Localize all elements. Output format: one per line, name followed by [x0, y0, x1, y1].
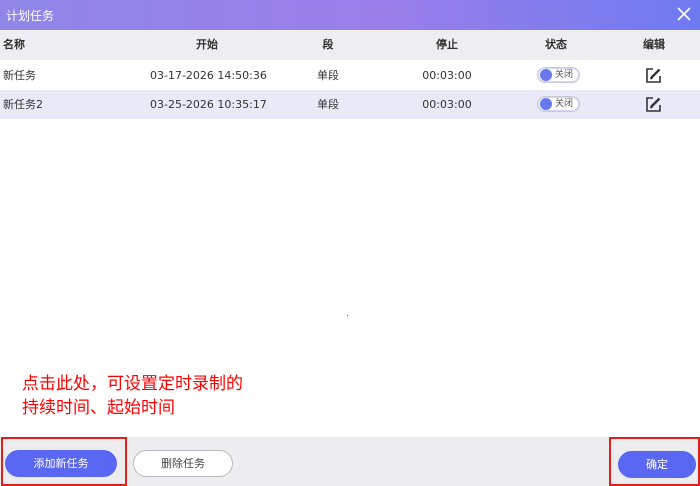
delete-task-button[interactable]: 删除任务 [133, 450, 233, 477]
confirm-button[interactable]: 确定 [618, 451, 696, 478]
header-stop: 停止 [436, 38, 458, 51]
edit-icon[interactable] [645, 67, 662, 84]
task-start-time: 03-17-2026 14:50:36 [150, 69, 267, 82]
window-title: 计划任务 [6, 9, 55, 23]
annotation-line-2: 持续时间、起始时间 [22, 398, 175, 418]
task-stop-duration: 00:03:00 [422, 69, 472, 82]
table-header: 名称 开始 段 停止 状态 编辑 [0, 30, 700, 60]
status-toggle[interactable]: 关闭 [537, 96, 580, 112]
annotation-callout: 点击此处，可设置定时录制的 持续时间、起始时间 [22, 372, 286, 420]
task-segment: 单段 [317, 98, 339, 111]
title-bar: 计划任务 [0, 0, 700, 30]
task-start-time: 03-25-2026 10:35:17 [150, 98, 267, 111]
dialog-footer: 添加新任务 删除任务 确定 [0, 437, 700, 486]
header-edit: 编辑 [643, 38, 665, 51]
status-label: 关闭 [555, 99, 574, 109]
toggle-knob [540, 69, 552, 81]
header-start: 开始 [196, 38, 218, 51]
annotation-line-1: 点击此处，可设置定时录制的 [22, 374, 243, 394]
task-segment: 单段 [317, 69, 339, 82]
task-name: 新任务 [3, 69, 36, 82]
status-toggle[interactable]: 关闭 [537, 67, 580, 83]
edit-icon[interactable] [645, 96, 662, 113]
table-row[interactable]: 新任务2 03-25-2026 10:35:17 单段 00:03:00 关闭 [0, 90, 700, 119]
stray-dot [347, 315, 348, 316]
header-status: 状态 [545, 38, 567, 51]
task-name: 新任务2 [3, 98, 43, 111]
close-icon[interactable] [676, 6, 692, 22]
status-label: 关闭 [555, 70, 574, 80]
toggle-knob [540, 98, 552, 110]
table-row[interactable]: 新任务 03-17-2026 14:50:36 单段 00:03:00 关闭 [0, 61, 700, 90]
task-stop-duration: 00:03:00 [422, 98, 472, 111]
add-task-button[interactable]: 添加新任务 [5, 450, 117, 477]
header-name: 名称 [3, 38, 25, 51]
header-segment: 段 [322, 38, 334, 51]
